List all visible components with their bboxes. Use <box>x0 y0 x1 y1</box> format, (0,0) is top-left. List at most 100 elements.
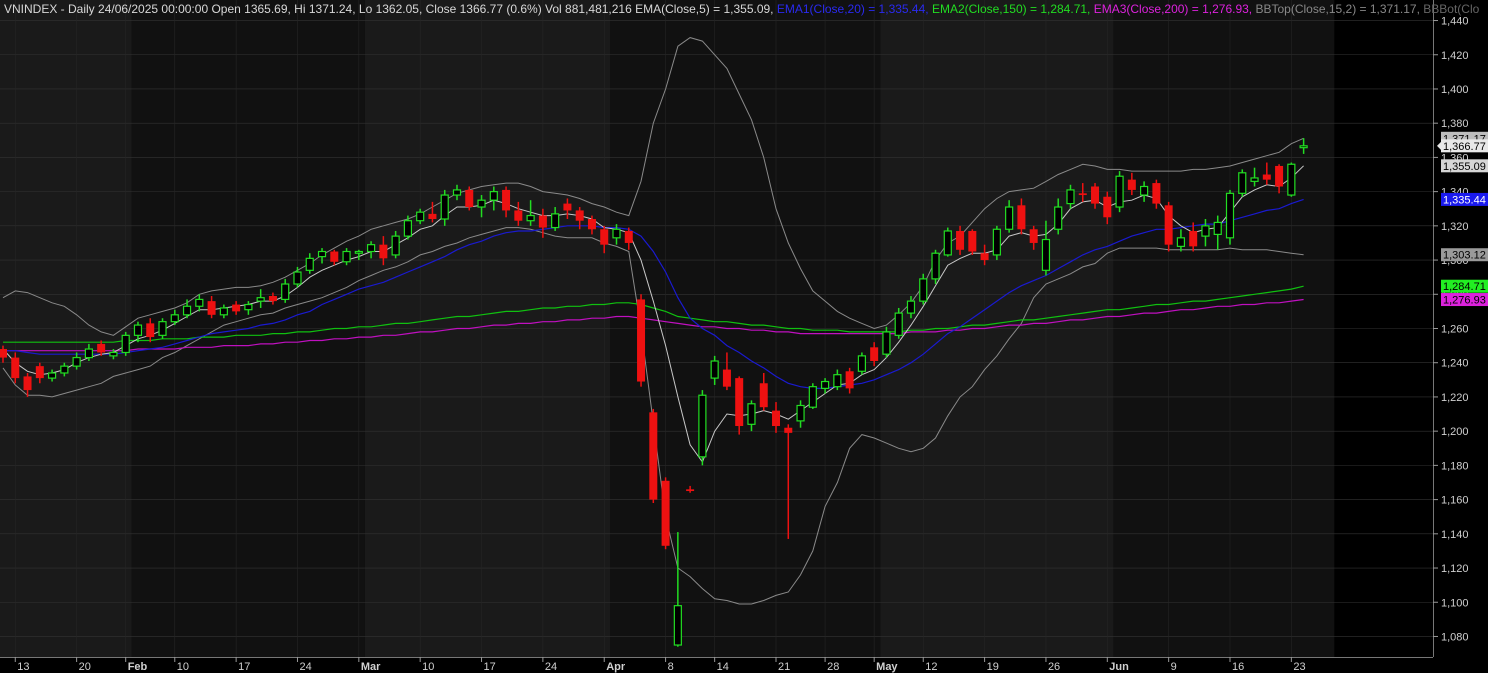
candle-body <box>1299 145 1308 149</box>
date-tick-label: 17 <box>484 661 496 673</box>
candle-body <box>759 383 768 408</box>
candle-body <box>906 300 916 314</box>
candle-down <box>637 294 646 387</box>
candle-body <box>894 312 903 336</box>
candle-body <box>1250 177 1259 182</box>
date-tick-label: 28 <box>827 661 839 673</box>
candle-body <box>1262 174 1271 180</box>
candle-down <box>465 186 474 211</box>
candle-body <box>182 305 192 316</box>
candle-body <box>35 366 44 379</box>
candle-body <box>649 412 658 500</box>
price-tick-label: 1,260 <box>1441 324 1469 336</box>
candle-body <box>968 230 977 252</box>
price-tag-label: 1,284.71 <box>1443 281 1486 293</box>
candle-up <box>943 227 952 257</box>
price-tick-label: 1,200 <box>1441 426 1469 438</box>
date-tick-label: 24 <box>545 661 557 673</box>
date-tick-label: 21 <box>778 661 790 673</box>
candle-body <box>403 220 413 237</box>
date-tick-label: Apr <box>606 661 626 673</box>
date-tick-label: 20 <box>79 661 91 673</box>
date-tick-label: Jun <box>1109 661 1129 673</box>
candle-body <box>158 321 167 336</box>
candle-up <box>698 390 707 466</box>
candle-body <box>317 250 327 258</box>
candle-body <box>379 244 388 259</box>
candle-body <box>293 271 302 285</box>
price-axis: 1,080 1,100 1,120 1,140 1,160 1,180 1,200 1,220… <box>1433 0 1488 673</box>
stock-chart[interactable]: 1,080 1,100 1,120 1,140 1,160 1,180 1,200 1,220… <box>0 0 1488 673</box>
candle-body <box>121 334 130 354</box>
price-tag: 1,276.93 <box>1441 293 1488 307</box>
candle-body <box>1078 193 1087 196</box>
header-ema3: EMA3(Close,200) = 1,276.93, <box>1090 2 1252 16</box>
candle-body <box>489 191 498 201</box>
price-tick-label: 1,240 <box>1441 358 1469 370</box>
candle-body <box>526 214 535 222</box>
candle-body <box>1225 192 1235 239</box>
candle-down <box>735 376 744 435</box>
candle-body <box>661 480 670 546</box>
candle-body <box>624 230 633 243</box>
candle-body <box>857 355 867 372</box>
candle-up <box>1238 169 1247 197</box>
candle-body <box>465 189 474 208</box>
candle-body <box>1029 229 1038 243</box>
candle-body <box>1201 225 1210 237</box>
candle-body <box>1005 206 1014 230</box>
date-tick-label: 8 <box>668 661 674 673</box>
date-tick-label: 24 <box>299 661 311 673</box>
candle-body <box>1054 206 1063 230</box>
candle-body <box>943 230 952 256</box>
candle-down <box>661 477 670 550</box>
candle-body <box>11 357 20 379</box>
candle-down <box>649 408 658 504</box>
date-tick-label: 10 <box>177 661 189 673</box>
candle-body <box>796 404 805 422</box>
price-tick-label: 1,140 <box>1441 529 1469 541</box>
candle-body <box>23 376 32 391</box>
candle-body <box>330 251 339 262</box>
candle-body <box>367 244 376 253</box>
date-tick-label: 26 <box>1048 661 1060 673</box>
date-axis: 13 20 Feb 10 17 24 Mar 10 17 24 Apr 8 14 21 28 May 12 19 2… <box>0 657 1433 673</box>
candle-body <box>428 213 437 219</box>
candle-up <box>882 326 891 358</box>
candle-body <box>882 331 891 355</box>
candle-body <box>833 374 842 388</box>
candle-body <box>514 210 523 221</box>
candle-body <box>440 194 449 220</box>
candle-body <box>305 257 314 271</box>
candle-body <box>170 314 179 323</box>
candle-body <box>1103 196 1112 218</box>
candle-up <box>808 383 817 409</box>
candle-body <box>109 351 118 357</box>
candle-body <box>1275 165 1284 187</box>
chart-canvas[interactable]: 1,080 1,100 1,120 1,140 1,160 1,180 1,200 1,220… <box>0 0 1488 673</box>
candle-body <box>1176 237 1186 247</box>
candle-body <box>1189 230 1198 247</box>
candle-body <box>1127 179 1136 190</box>
candle-body <box>244 303 253 311</box>
date-tick-label: 16 <box>1232 661 1244 673</box>
candle-body <box>1017 205 1026 230</box>
candle-body <box>281 283 290 301</box>
candle-up <box>992 225 1001 261</box>
candle-body <box>673 605 682 646</box>
candle-body <box>538 215 547 228</box>
date-tick-label: May <box>876 661 898 673</box>
candle-up <box>121 331 130 356</box>
candle-body <box>1164 205 1173 245</box>
price-tick-label: 1,080 <box>1441 631 1469 643</box>
candle-body <box>207 301 216 315</box>
candle-body <box>587 219 596 230</box>
candle-body <box>980 253 989 261</box>
candle-body <box>342 250 351 263</box>
candle-up <box>919 273 928 305</box>
candle-body <box>452 189 462 196</box>
candle-body <box>784 427 793 433</box>
price-tick-label: 1,320 <box>1441 221 1469 233</box>
candle-body <box>772 410 781 427</box>
candle-body <box>47 372 57 379</box>
